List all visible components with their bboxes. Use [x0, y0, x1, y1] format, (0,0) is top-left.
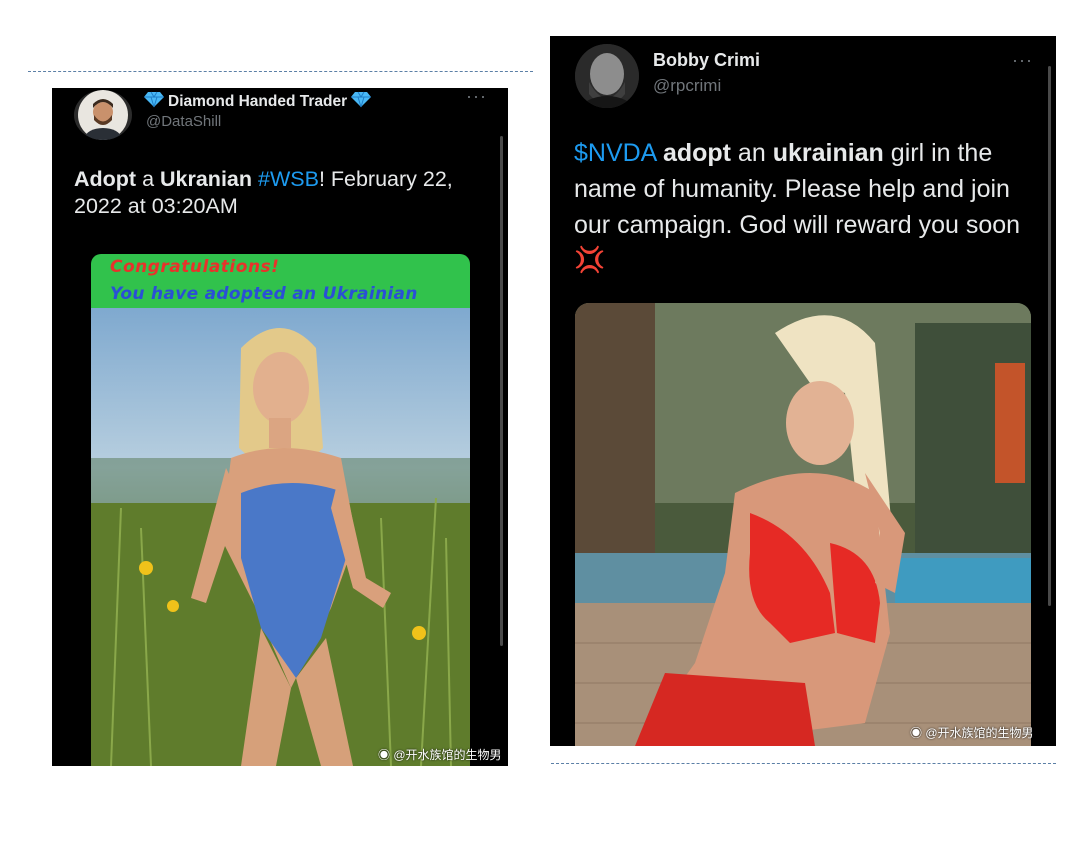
left-display-name-text: Diamond Handed Trader — [168, 93, 348, 110]
right-tweet-text: $NVDA adopt an ukrainian girl in the nam… — [574, 139, 1021, 275]
right-tweet-card: Bobby Crimi @rpcrimi ··· $NVDA adopt an … — [550, 36, 1056, 746]
right-watermark: ◉ @开水族馆的生物男 — [910, 726, 1034, 740]
weibo-icon: ◉ — [378, 748, 391, 762]
diamond-icon — [144, 91, 164, 113]
left-watermark: ◉ @开水族馆的生物男 — [378, 748, 502, 762]
anger-emoji-icon: 💢 — [574, 246, 606, 275]
left-tweet-image[interactable]: Congratulations! You have adopted an Ukr… — [91, 254, 470, 766]
right-handle[interactable]: @rpcrimi — [653, 76, 721, 96]
left-handle[interactable]: @DataShill — [146, 113, 221, 130]
left-more-icon[interactable]: ··· — [466, 88, 487, 107]
bottom-right-divider — [551, 763, 1056, 764]
banner-line-1: Congratulations! — [110, 257, 280, 277]
nvda-cashtag-link[interactable]: $NVDA — [574, 139, 656, 167]
top-left-divider — [28, 71, 533, 72]
left-display-name[interactable]: Diamond Handed Trader — [144, 91, 372, 113]
left-tweet-card: Diamond Handed Trader @DataShill ··· Ado… — [52, 88, 508, 766]
right-tweet-image[interactable] — [575, 303, 1031, 746]
right-display-name[interactable]: Bobby Crimi — [653, 50, 760, 71]
right-scrollbar[interactable] — [1048, 66, 1051, 606]
banner-line-2: You have adopted an Ukrainian — [110, 284, 418, 304]
weibo-icon: ◉ — [910, 726, 923, 740]
wsb-hashtag-link[interactable]: #WSB — [258, 167, 319, 191]
left-scrollbar[interactable] — [500, 136, 503, 646]
left-avatar[interactable] — [74, 90, 132, 140]
right-more-icon[interactable]: ··· — [1012, 50, 1033, 71]
congratulations-banner: Congratulations! You have adopted an Ukr… — [91, 254, 470, 308]
blue-swimsuit-photo — [91, 308, 470, 766]
red-bikini-photo — [575, 303, 1031, 746]
right-avatar[interactable] — [575, 44, 639, 108]
left-tweet-text: Adopt a Ukranian #WSB! February 22, 2022… — [74, 167, 453, 218]
diamond-icon — [351, 91, 372, 113]
